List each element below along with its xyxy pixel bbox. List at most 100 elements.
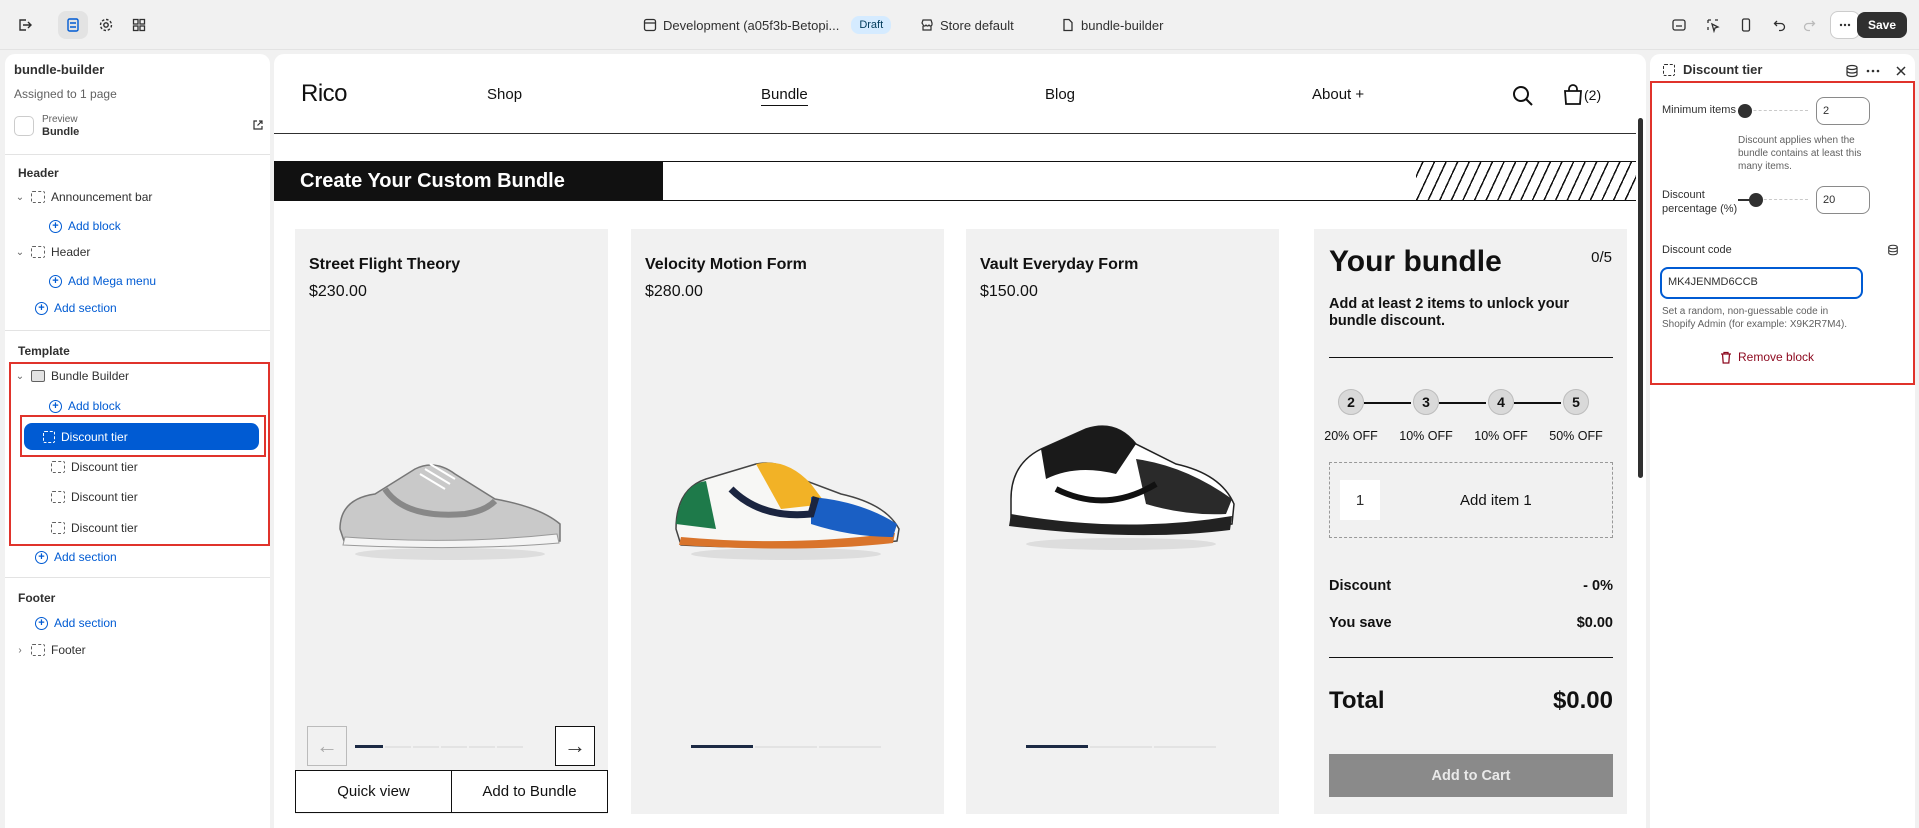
chevron-right-icon[interactable]: › <box>13 645 27 656</box>
block-discount-tier-selected[interactable]: Discount tier <box>24 423 259 450</box>
total-row: Total $0.00 <box>1329 687 1613 715</box>
add-mega-menu-button[interactable]: + Add Mega menu <box>49 271 156 291</box>
add-block-label: Add block <box>68 219 121 233</box>
product-name: Street Flight Theory <box>309 256 461 273</box>
section-label: Bundle Builder <box>51 369 130 383</box>
database-icon[interactable] <box>1845 64 1859 78</box>
section-footer[interactable]: › Footer <box>13 637 263 663</box>
block-icon <box>1663 63 1675 76</box>
database-icon[interactable] <box>1887 244 1899 256</box>
discount-row: Discount - 0% <box>1329 578 1613 594</box>
tier-discount: 10% OFF <box>1399 429 1453 443</box>
add-block-button[interactable]: + Add block <box>49 396 121 416</box>
divider <box>5 154 270 155</box>
external-link-icon[interactable] <box>252 119 264 131</box>
chevron-down-icon[interactable]: ⌄ <box>13 192 27 203</box>
exit-icon[interactable] <box>10 11 40 39</box>
discount-code-input[interactable]: MK4JENMD6CCB <box>1660 267 1863 299</box>
add-block-button[interactable]: + Add block <box>49 216 121 236</box>
add-section-button[interactable]: + Add section <box>35 298 117 318</box>
draft-badge: Draft <box>851 16 892 34</box>
more-actions-icon[interactable] <box>1830 11 1860 39</box>
next-arrow-button[interactable]: → <box>555 726 595 766</box>
save-button[interactable]: Save <box>1856 12 1907 38</box>
template-group-label: Template <box>18 344 70 358</box>
panel-title: Discount tier <box>1683 62 1763 77</box>
select-cursor-icon[interactable] <box>1698 11 1728 39</box>
undo-icon[interactable] <box>1765 11 1795 39</box>
total-label: Total <box>1329 687 1385 714</box>
app-block-icon <box>31 370 45 382</box>
section-bundle-builder[interactable]: ⌄ Bundle Builder <box>13 363 263 389</box>
discount-pct-label: Discount percentage (%) <box>1662 188 1737 216</box>
apps-icon[interactable] <box>124 11 154 39</box>
add-to-bundle-button[interactable]: Add to Bundle <box>451 770 608 813</box>
nav-about[interactable]: About + <box>1312 86 1364 103</box>
add-to-cart-button[interactable]: Add to Cart <box>1329 754 1613 797</box>
block-icon <box>51 522 65 534</box>
section-icon <box>31 644 45 656</box>
theme-selector[interactable]: Development (a05f3b-Betopi... Draft <box>643 0 892 50</box>
chevron-down-icon[interactable]: ⌄ <box>13 247 27 258</box>
quick-view-button[interactable]: Quick view <box>295 770 452 813</box>
section-icon <box>31 191 45 203</box>
plus-circle-icon: + <box>35 550 48 564</box>
redo-icon[interactable] <box>1794 11 1824 39</box>
trash-icon <box>1721 351 1731 364</box>
block-discount-tier[interactable]: Discount tier <box>43 484 243 510</box>
remove-block-label: Remove block <box>1738 350 1815 364</box>
tier-discount: 20% OFF <box>1324 429 1378 443</box>
cart-button[interactable]: (2) <box>1562 84 1601 106</box>
preview-scrollbar[interactable] <box>1638 118 1643 478</box>
section-header[interactable]: ⌄ Header <box>13 239 263 265</box>
discount-pct-input[interactable]: 20 <box>1816 186 1870 214</box>
product-price: $150.00 <box>980 283 1038 300</box>
product-card[interactable]: Street Flight Theory $230.00 ← → <box>295 229 608 814</box>
footer-group-label: Footer <box>18 591 56 605</box>
remove-block-button[interactable]: Remove block <box>1720 350 1814 364</box>
save-label: You save <box>1329 615 1392 631</box>
sections-icon[interactable] <box>58 11 88 39</box>
block-label: Discount tier <box>71 521 138 535</box>
settings-gear-icon[interactable] <box>91 11 121 39</box>
section-announcement-bar[interactable]: ⌄ Announcement bar <box>13 184 263 210</box>
min-items-input[interactable]: 2 <box>1816 97 1870 125</box>
add-section-button[interactable]: + Add section <box>35 613 117 633</box>
add-section-label: Add section <box>54 301 117 315</box>
more-icon[interactable] <box>1865 64 1881 78</box>
store-logo[interactable]: Rico <box>301 80 348 108</box>
discount-pct-label-line2: percentage (%) <box>1662 203 1738 215</box>
assigned-text: Assigned to 1 page <box>14 87 117 101</box>
block-discount-tier[interactable]: Discount tier <box>43 454 243 480</box>
slot-number: 1 <box>1340 480 1380 520</box>
block-icon <box>51 491 65 503</box>
tier-discount: 50% OFF <box>1549 429 1603 443</box>
discount-pct-slider[interactable] <box>1738 193 1808 207</box>
add-mega-label: Add Mega menu <box>68 274 157 288</box>
mobile-preview-icon[interactable] <box>1731 11 1761 39</box>
block-discount-tier[interactable]: Discount tier <box>43 515 243 541</box>
product-card[interactable]: Vault Everyday Form $150.00 <box>966 229 1279 814</box>
shoe-image <box>675 462 900 560</box>
bundle-slot[interactable]: 1 Add item 1 <box>1329 462 1613 538</box>
block-settings-panel: Discount tier Minimum items 2 Discount a… <box>1650 54 1915 828</box>
nav-blog[interactable]: Blog <box>1045 86 1075 103</box>
chevron-down-icon[interactable]: ⌄ <box>13 371 27 382</box>
slot-label: Add item 1 <box>1460 492 1532 509</box>
slider-thumb[interactable] <box>1749 193 1764 207</box>
search-icon[interactable] <box>1511 84 1535 108</box>
close-icon[interactable] <box>1895 65 1907 77</box>
header-group-label: Header <box>18 166 59 180</box>
store-selector[interactable]: Store default <box>920 0 1014 50</box>
preview-icon <box>14 116 34 136</box>
nav-bundle[interactable]: Bundle <box>761 86 808 106</box>
nav-shop[interactable]: Shop <box>487 86 522 103</box>
prev-arrow-button[interactable]: ← <box>307 726 347 766</box>
template-selector[interactable]: bundle-builder <box>1061 0 1163 50</box>
add-section-button[interactable]: + Add section <box>35 547 117 567</box>
slider-thumb[interactable] <box>1738 104 1752 118</box>
min-items-slider[interactable] <box>1738 104 1808 118</box>
product-card[interactable]: Velocity Motion Form $280.00 <box>631 229 944 814</box>
preview-selector[interactable]: Preview Bundle <box>14 112 264 140</box>
inspector-icon[interactable] <box>1664 11 1694 39</box>
